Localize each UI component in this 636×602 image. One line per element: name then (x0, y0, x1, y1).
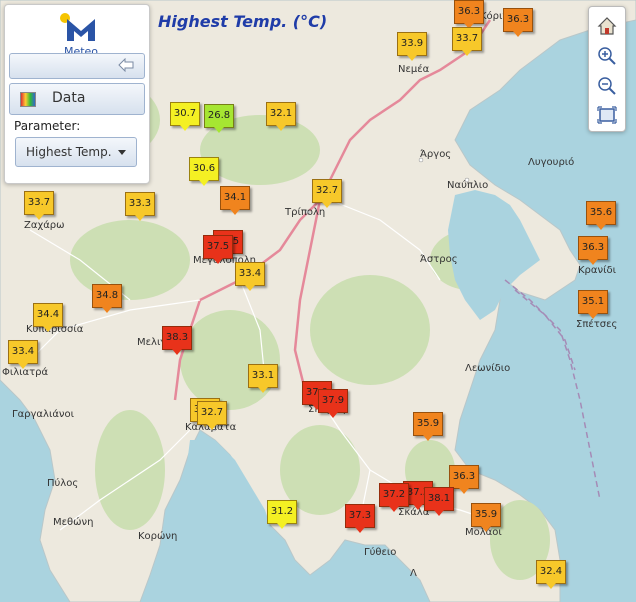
station-temp-marker[interactable]: 33.7 (452, 27, 482, 56)
station-temp-marker[interactable]: 32.4 (536, 560, 566, 589)
station-temp-marker[interactable]: 33.1 (248, 364, 278, 393)
station-temp-marker[interactable]: 37.5 (203, 235, 233, 264)
chevron-down-icon (118, 150, 126, 155)
place-label: Γαργαλιάνοι (12, 408, 75, 420)
zoom-out-icon (598, 77, 616, 95)
zoom-extent-icon (597, 106, 617, 124)
station-temp-marker[interactable]: 33.3 (125, 192, 155, 221)
station-temp-marker[interactable]: 34.1 (220, 186, 250, 215)
station-temp-marker[interactable]: 30.6 (189, 157, 219, 186)
collapse-panel-button[interactable] (9, 53, 145, 79)
station-temp-marker[interactable]: 34.8 (92, 284, 122, 313)
station-temp-marker[interactable]: 38.1 (424, 487, 454, 516)
station-temp-marker[interactable]: 33.4 (235, 262, 265, 291)
map-controls (588, 6, 626, 132)
station-temp-marker[interactable]: 32.7 (312, 179, 342, 208)
data-button[interactable]: Data (9, 83, 145, 115)
station-temp-marker[interactable]: 36.3 (578, 236, 608, 265)
station-temp-marker[interactable]: 36.3 (454, 0, 484, 29)
control-panel: Meteo Data Parameter: Highest Temp. (4, 4, 150, 184)
place-label: Κορώνη (138, 530, 177, 542)
station-temp-marker[interactable]: 35.9 (413, 412, 443, 441)
station-temp-marker[interactable]: 30.7 (170, 102, 200, 131)
station-temp-marker[interactable]: 37.3 (345, 504, 375, 533)
place-label: Νεμέα (398, 63, 430, 75)
place-label: Λυγουριό (528, 156, 574, 168)
data-color-icon (20, 92, 36, 107)
collapse-arrow-icon (118, 58, 134, 72)
zoom-out-button[interactable] (593, 73, 621, 99)
station-temp-marker[interactable]: 34.4 (33, 303, 63, 332)
place-label: Μεθώνη (53, 516, 93, 528)
data-button-label: Data (52, 90, 86, 106)
parameter-select-value: Highest Temp. (26, 145, 112, 159)
parameter-label: Parameter: (14, 119, 81, 133)
meteo-logo: Meteo (59, 11, 103, 58)
station-temp-marker[interactable]: 38.3 (162, 326, 192, 355)
station-temp-marker[interactable]: 32.7 (197, 401, 227, 430)
station-temp-marker[interactable]: 36.3 (449, 465, 479, 494)
station-temp-marker[interactable]: 26.8 (204, 104, 234, 133)
place-label: Κρανίδι (578, 264, 617, 276)
place-label: Πύλος (47, 477, 78, 489)
meteo-logo-icon (60, 13, 95, 41)
place-label: Λ (410, 568, 417, 579)
zoom-in-icon (598, 47, 616, 65)
place-label: Ζαχάρω (24, 219, 65, 231)
station-temp-marker[interactable]: 32.1 (266, 102, 296, 131)
place-label: Ναύπλιο (447, 179, 488, 191)
station-temp-marker[interactable]: 35.9 (471, 503, 501, 532)
home-icon (597, 17, 617, 35)
place-label: Γύθειο (364, 546, 396, 558)
place-label: Λεωνίδιο (465, 362, 510, 374)
parameter-select[interactable]: Highest Temp. (15, 137, 137, 167)
station-temp-marker[interactable]: 31.2 (267, 500, 297, 529)
place-label: Τρίπολη (284, 206, 325, 218)
station-temp-marker[interactable]: 37.2 (379, 483, 409, 512)
station-temp-marker[interactable]: 35.1 (578, 290, 608, 319)
home-button[interactable] (593, 13, 621, 39)
station-temp-marker[interactable]: 35.6 (586, 201, 616, 230)
map-title: Highest Temp. (°C) (158, 12, 328, 31)
place-label: Άστρος (420, 253, 458, 265)
station-temp-marker[interactable]: 36.3 (503, 8, 533, 37)
zoom-in-button[interactable] (593, 43, 621, 69)
place-label: Σπέτσες (576, 318, 617, 330)
station-temp-marker[interactable]: 33.9 (397, 32, 427, 61)
station-temp-marker[interactable]: 33.7 (24, 191, 54, 220)
place-label: Άργος (420, 148, 451, 160)
station-temp-marker[interactable]: 37.9 (318, 389, 348, 418)
zoom-extent-button[interactable] (593, 103, 621, 129)
station-temp-marker[interactable]: 33.4 (8, 340, 38, 369)
